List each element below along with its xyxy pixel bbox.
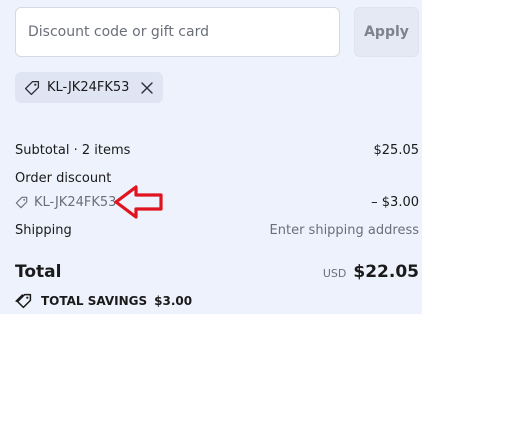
subtotal-row: Subtotal · 2 items $25.05	[15, 140, 419, 160]
discount-code-input[interactable]: Discount code or gift card	[15, 7, 340, 57]
applied-discount-chip: KL-JK24FK53	[15, 72, 164, 103]
total-savings: TOTAL SAVINGS $3.00	[15, 293, 192, 309]
apply-button-label: Apply	[364, 24, 409, 40]
total-amount: $22.05	[353, 262, 419, 282]
tag-icon	[24, 80, 40, 96]
discount-code-row: KL-JK24FK53 – $3.00	[15, 192, 419, 212]
shipping-label: Shipping	[15, 222, 72, 238]
discount-value: – $3.00	[371, 194, 419, 210]
total-label: Total	[15, 262, 62, 282]
tag-icon	[15, 196, 28, 209]
total-amount-group: USD $22.05	[323, 262, 419, 282]
total-savings-label: TOTAL SAVINGS	[41, 294, 148, 308]
order-discount-row: Order discount	[15, 168, 419, 188]
tags-icon	[15, 293, 33, 309]
order-summary-panel: Discount code or gift card Apply KL-JK24…	[0, 0, 422, 314]
total-row: Total USD $22.05	[15, 258, 419, 286]
discount-code-text: KL-JK24FK53	[34, 194, 117, 210]
discount-code-line: KL-JK24FK53	[15, 195, 116, 210]
subtotal-value: $25.05	[373, 142, 420, 158]
currency-code: USD	[322, 267, 347, 280]
total-savings-value: $3.00	[154, 294, 193, 308]
applied-discount-code: KL-JK24FK53	[47, 80, 130, 95]
discount-code-placeholder: Discount code or gift card	[28, 24, 209, 40]
shipping-value: Enter shipping address	[269, 222, 419, 238]
shipping-row: Shipping Enter shipping address	[15, 220, 419, 240]
apply-button[interactable]: Apply	[354, 7, 419, 57]
total-savings-row: TOTAL SAVINGS $3.00	[15, 291, 419, 311]
annotation-arrow-icon	[114, 185, 163, 219]
subtotal-label: Subtotal · 2 items	[15, 142, 131, 158]
order-discount-label: Order discount	[15, 170, 112, 186]
close-icon[interactable]	[140, 81, 154, 95]
